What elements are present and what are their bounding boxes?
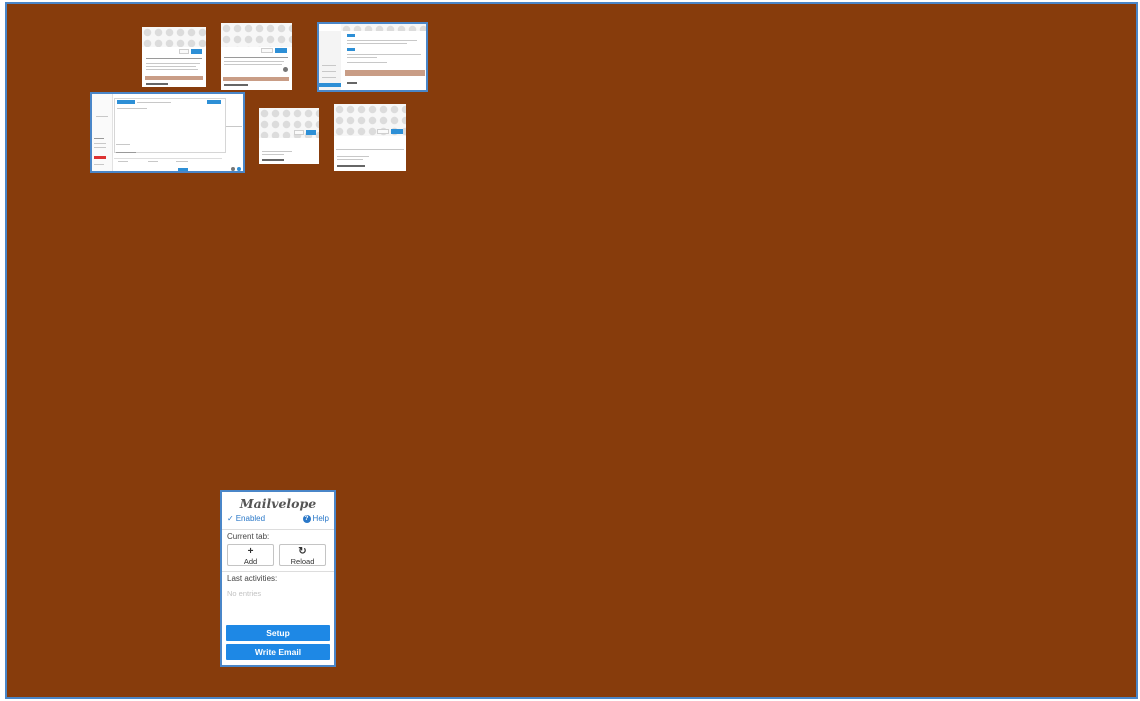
thumbnail-text-line bbox=[118, 161, 128, 162]
thumbnail-button bbox=[294, 130, 304, 135]
thumbnail-button bbox=[377, 129, 389, 134]
thumbnail-button bbox=[179, 49, 189, 54]
thumbnail-text-line bbox=[336, 149, 404, 150]
thumbnail-text-line bbox=[224, 61, 284, 62]
thumbnail-signature bbox=[337, 165, 365, 167]
thumbnail-text-line bbox=[94, 143, 106, 144]
thumbnail-icon bbox=[231, 167, 235, 171]
thumbnail-text-line bbox=[94, 138, 104, 139]
desktop-background bbox=[5, 2, 1138, 699]
thumbnail-text-line bbox=[117, 108, 147, 109]
thumbnail-text-line bbox=[347, 54, 421, 55]
window-thumbnail[interactable] bbox=[221, 23, 292, 90]
thumbnail-signature bbox=[146, 83, 168, 85]
thumbnail-highlight-bar bbox=[345, 70, 425, 76]
thumbnail-text-line bbox=[322, 77, 336, 78]
mailvelope-logo: Mailvelope bbox=[239, 496, 317, 511]
thumbnail-button bbox=[275, 48, 287, 53]
thumbnail-button bbox=[261, 48, 273, 53]
add-label: Add bbox=[243, 557, 258, 566]
thumbnail-text-line bbox=[262, 154, 284, 155]
thumbnail-pattern bbox=[142, 27, 206, 47]
thumbnail-text-line bbox=[146, 66, 196, 67]
check-circle-icon: ✓ bbox=[227, 514, 234, 523]
plus-icon: + bbox=[247, 546, 254, 557]
thumbnail-text-line bbox=[224, 57, 288, 58]
thumbnail-text-line bbox=[146, 69, 198, 70]
thumbnail-button bbox=[191, 49, 202, 54]
thumbnail-text-line bbox=[146, 58, 202, 59]
thumbnail-text-line bbox=[347, 57, 377, 58]
thumbnail-button bbox=[391, 129, 403, 134]
thumbnail-button bbox=[207, 100, 221, 104]
thumbnail-icon bbox=[283, 67, 288, 72]
window-thumbnail[interactable] bbox=[259, 108, 319, 164]
thumbnail-pattern bbox=[341, 24, 426, 31]
thumbnail-sidebar bbox=[319, 31, 341, 90]
thumbnail-sidebar-badge bbox=[94, 156, 106, 159]
thumbnail-highlight-bar bbox=[145, 76, 203, 80]
thumbnail-text-line bbox=[116, 144, 130, 145]
thumbnail-signature bbox=[262, 159, 284, 161]
refresh-icon: ↻ bbox=[298, 546, 307, 557]
write-email-button[interactable]: Write Email bbox=[226, 644, 330, 660]
enabled-toggle[interactable]: ✓ Enabled bbox=[227, 514, 265, 523]
thumbnail-text-line bbox=[116, 152, 136, 153]
enabled-label: Enabled bbox=[235, 514, 266, 523]
setup-button[interactable]: Setup bbox=[226, 625, 330, 641]
thumbnail-button bbox=[306, 130, 316, 135]
help-link[interactable]: ? Help bbox=[302, 514, 329, 523]
thumbnail-text-line bbox=[347, 43, 407, 44]
thumbnail-text-line bbox=[224, 64, 282, 65]
window-thumbnail-active[interactable] bbox=[317, 22, 428, 92]
window-thumbnail-active[interactable] bbox=[90, 92, 245, 173]
reload-label: Reload bbox=[290, 557, 315, 566]
thumbnail-text-line bbox=[262, 151, 292, 152]
thumbnail-text-line bbox=[226, 126, 242, 127]
thumbnail-text-line bbox=[96, 116, 108, 117]
question-circle-icon: ? bbox=[302, 514, 311, 523]
window-thumbnail[interactable] bbox=[334, 104, 406, 171]
thumbnail-text-line bbox=[347, 40, 417, 41]
mailvelope-popup: Mailvelope ✓ Enabled ? Help Current tab:… bbox=[220, 490, 336, 667]
last-activities-label: Last activities: bbox=[227, 574, 278, 583]
thumbnail-text-line bbox=[337, 159, 363, 160]
thumbnail-sidebar-selected bbox=[319, 83, 341, 87]
thumbnail-icon bbox=[237, 167, 241, 171]
thumbnail-text-line bbox=[322, 71, 336, 72]
thumbnail-button bbox=[178, 168, 188, 171]
thumbnail-sidebar bbox=[92, 94, 113, 171]
thumbnail-compose-pane bbox=[114, 98, 226, 153]
thumbnail-text-line bbox=[347, 62, 387, 63]
status-row: ✓ Enabled ? Help bbox=[227, 514, 329, 526]
thumbnail-signature bbox=[347, 82, 357, 84]
thumbnail-text-line bbox=[322, 65, 336, 66]
reload-button[interactable]: ↻ Reload bbox=[279, 544, 326, 566]
thumbnail-text-line bbox=[94, 147, 106, 148]
divider bbox=[222, 571, 334, 572]
thumbnail-text-line bbox=[146, 63, 200, 64]
thumbnail-text-line bbox=[94, 164, 104, 165]
thumbnail-pattern bbox=[221, 23, 292, 47]
add-button[interactable]: + Add bbox=[227, 544, 274, 566]
thumbnail-button bbox=[117, 100, 135, 104]
thumbnail-text-line bbox=[148, 161, 158, 162]
help-label: Help bbox=[312, 514, 329, 523]
no-entries-text: No entries bbox=[227, 589, 262, 598]
thumbnail-highlight-bar bbox=[223, 77, 289, 81]
thumbnail-text-line bbox=[137, 102, 171, 103]
thumbnail-button bbox=[347, 48, 355, 51]
thumbnail-text-line bbox=[337, 156, 369, 157]
thumbnail-signature bbox=[224, 84, 248, 86]
thumbnail-toolbar bbox=[114, 158, 222, 164]
current-tab-label: Current tab: bbox=[227, 532, 270, 541]
divider bbox=[222, 529, 334, 530]
window-thumbnail[interactable] bbox=[142, 27, 206, 87]
thumbnail-button bbox=[347, 34, 355, 37]
thumbnail-text-line bbox=[176, 161, 188, 162]
